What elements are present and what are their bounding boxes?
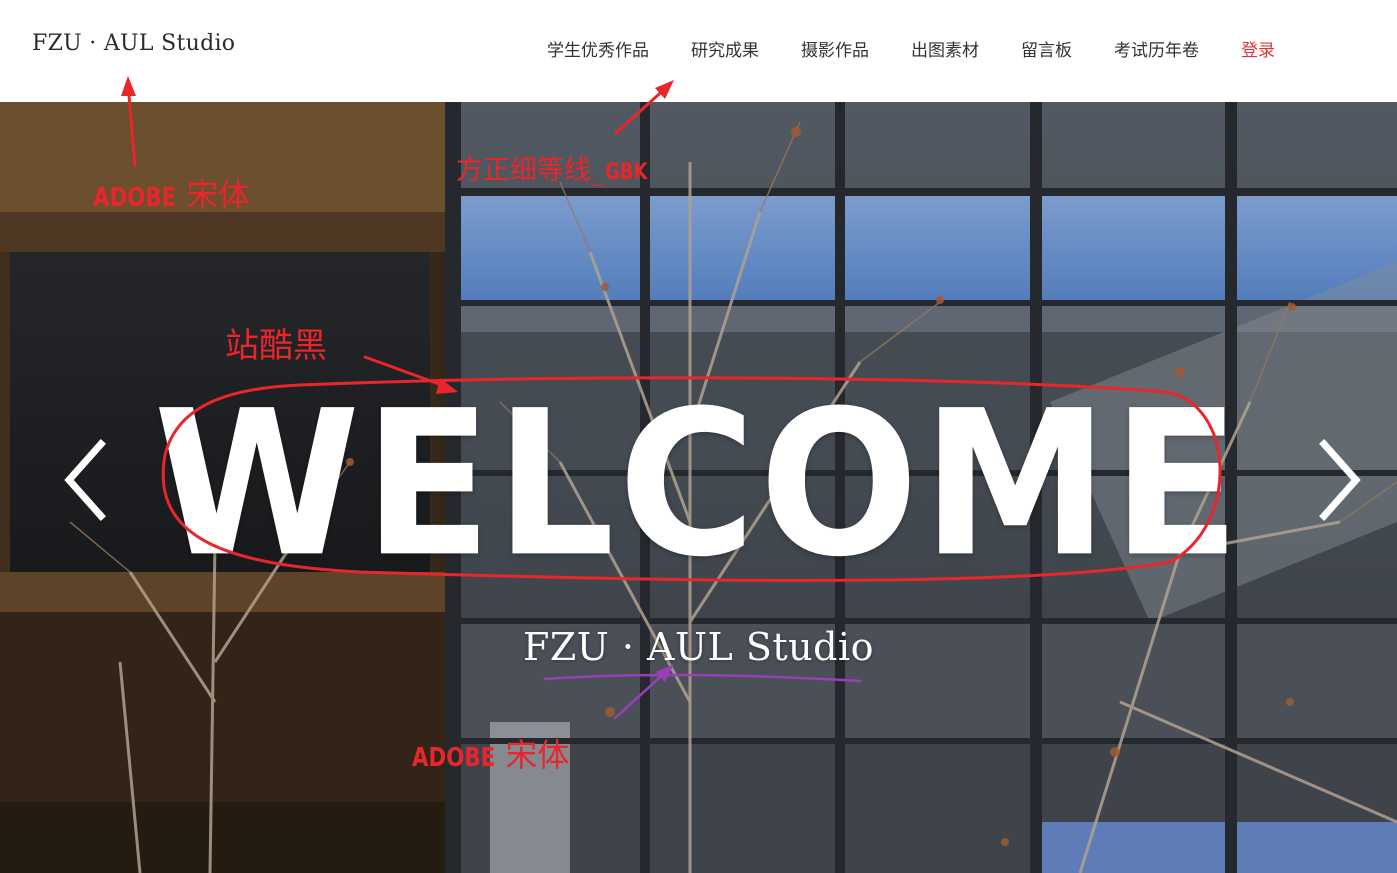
- annotation-subtitle-font-en: ADOBE: [412, 743, 496, 773]
- annotation-nav-font: 方正细等线_GBK: [456, 148, 656, 187]
- top-header: FZU · AUL Studio 学生优秀作品 研究成果 摄影作品 出图素材 留…: [0, 0, 1397, 102]
- carousel-next-button[interactable]: [1310, 432, 1370, 528]
- nav-past-exams[interactable]: 考试历年卷: [1114, 36, 1199, 61]
- site-logo[interactable]: FZU · AUL Studio: [32, 31, 235, 56]
- hero-title: WELCOME: [153, 368, 1244, 602]
- chevron-left-icon: [55, 432, 115, 528]
- annotation-subtitle-font-zh: 宋体: [505, 736, 570, 774]
- nav-student-works[interactable]: 学生优秀作品: [547, 36, 649, 61]
- annotation-nav-font-zh: 方正细等线_: [456, 155, 605, 186]
- nav-message-board[interactable]: 留言板: [1021, 36, 1072, 61]
- annotation-logo-font: ADOBE 宋体: [93, 170, 250, 216]
- annotation-subtitle-font: ADOBE 宋体: [412, 730, 569, 776]
- hero-banner: WELCOME FZU · AUL Studio: [0, 102, 1397, 873]
- nav-materials[interactable]: 出图素材: [911, 36, 979, 61]
- annotation-title-font: 站酷黑: [225, 326, 327, 366]
- annotation-nav-font-en: GBK: [604, 160, 648, 185]
- carousel-prev-button[interactable]: [55, 432, 115, 528]
- annotation-logo-font-en: ADOBE: [93, 183, 177, 213]
- nav-photography[interactable]: 摄影作品: [801, 36, 869, 61]
- hero-subtitle: FZU · AUL Studio: [523, 625, 874, 669]
- main-nav: 学生优秀作品 研究成果 摄影作品 出图素材 留言板 考试历年卷 登录: [547, 36, 1275, 61]
- login-link[interactable]: 登录: [1241, 36, 1275, 61]
- nav-research[interactable]: 研究成果: [691, 36, 759, 61]
- chevron-right-icon: [1310, 432, 1370, 528]
- annotation-logo-font-zh: 宋体: [186, 176, 251, 214]
